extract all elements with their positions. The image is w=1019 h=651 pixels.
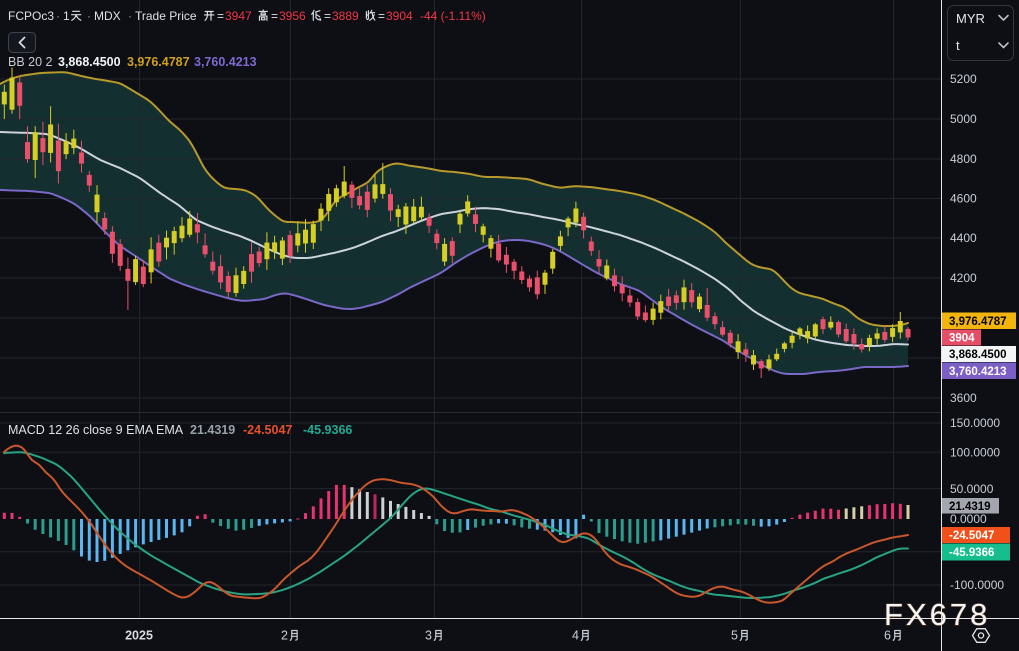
svg-text:-24.5047: -24.5047 [243,423,292,437]
svg-text:3,976.4787: 3,976.4787 [127,55,190,69]
svg-text:·: · [87,9,91,23]
svg-text:3956: 3956 [279,9,306,23]
svg-text:t: t [956,38,960,53]
svg-text:0.0000: 0.0000 [950,512,987,526]
svg-text:MACD 12 26 close 9 EMA EMA: MACD 12 26 close 9 EMA EMA [8,423,184,437]
svg-text:4600: 4600 [950,192,977,206]
svg-text:3,976.4787: 3,976.4787 [949,316,1007,328]
svg-text:-100.0000: -100.0000 [950,578,1004,592]
svg-text:MDX: MDX [94,9,121,23]
svg-text:MYR: MYR [956,11,985,26]
svg-text:1: 1 [63,9,70,23]
svg-text:·: · [128,9,132,23]
svg-text:3: 3 [425,629,432,643]
svg-text:=: = [271,9,278,23]
svg-text:5200: 5200 [950,72,977,86]
svg-text:5000: 5000 [950,112,977,126]
svg-text:·: · [56,9,60,23]
svg-text:4800: 4800 [950,152,977,166]
svg-text:-24.5047: -24.5047 [949,530,994,542]
svg-text:2: 2 [281,629,288,643]
svg-text:3,760.4213: 3,760.4213 [949,366,1007,378]
svg-text:4400: 4400 [950,231,977,245]
svg-text:Trade Price: Trade Price [135,9,197,23]
svg-text:BB 20 2: BB 20 2 [8,55,53,69]
svg-text:FX678: FX678 [884,597,990,632]
svg-text:3,868.4500: 3,868.4500 [58,55,121,69]
svg-text:50.0000: 50.0000 [950,482,994,496]
svg-text:5: 5 [731,629,738,643]
svg-text:3600: 3600 [950,391,977,405]
svg-text:4: 4 [572,629,579,643]
svg-text:2025: 2025 [125,629,153,643]
svg-text:FCPOc3: FCPOc3 [8,9,54,23]
svg-text:3,760.4213: 3,760.4213 [194,55,257,69]
svg-text:3,868.4500: 3,868.4500 [949,349,1007,361]
svg-text:150.0000: 150.0000 [950,416,1000,430]
svg-text:100.0000: 100.0000 [950,446,1000,460]
svg-text:4200: 4200 [950,271,977,285]
svg-text:=: = [378,9,385,23]
svg-text:3947: 3947 [225,9,252,23]
svg-text:3889: 3889 [332,9,359,23]
svg-text:=: = [324,9,331,23]
svg-text:3904: 3904 [386,9,413,23]
svg-text:-45.9366: -45.9366 [303,423,352,437]
svg-text:-44 (-1.11%): -44 (-1.11%) [420,9,486,23]
svg-text:21.4319: 21.4319 [949,501,991,513]
svg-text:=: = [217,9,224,23]
svg-text:-45.9366: -45.9366 [949,547,994,559]
svg-text:21.4319: 21.4319 [190,423,235,437]
svg-text:3904: 3904 [949,333,975,345]
